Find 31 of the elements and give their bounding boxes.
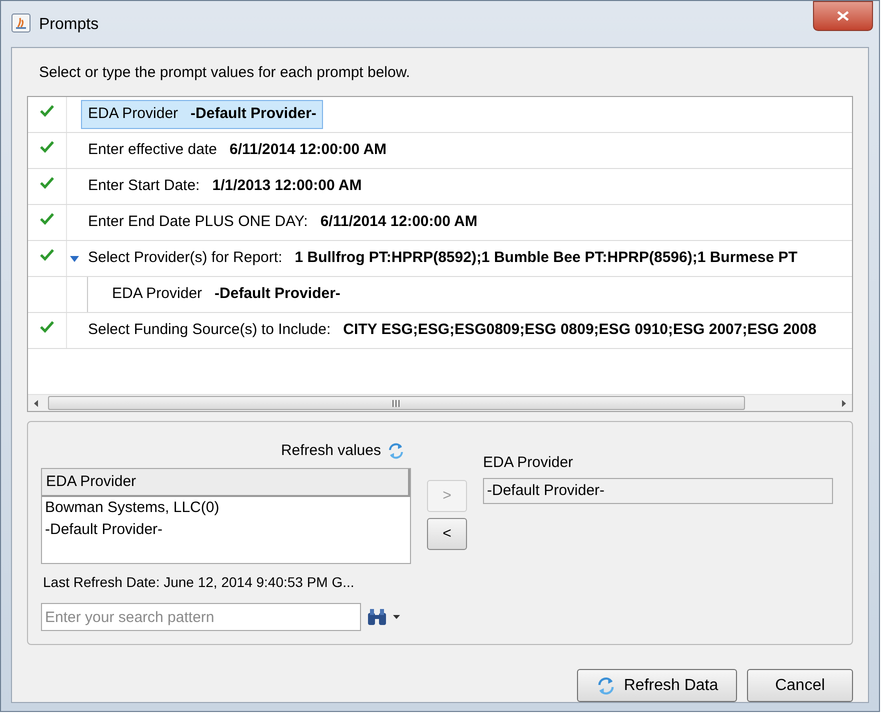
prompt-row[interactable]: Enter effective date 6/11/2014 12:00:00 AM — [81, 136, 394, 165]
prompt-row[interactable]: EDA Provider -Default Provider- — [81, 100, 324, 129]
grip-icon — [392, 400, 401, 406]
last-refresh-text: Last Refresh Date: June 12, 2014 9:40:53 PM G... — [42, 573, 356, 592]
refresh-icon — [596, 676, 616, 696]
refresh-values-label[interactable]: Refresh values — [280, 440, 381, 462]
selected-values-label: EDA Provider — [483, 453, 574, 473]
prompt-row[interactable]: Enter Start Date: 1/1/2013 12:00:00 AM — [81, 172, 369, 201]
app-icon — [11, 13, 31, 33]
instruction-text: Select or type the prompt values for each prompt below. — [38, 63, 412, 83]
scrollbar-thumb[interactable] — [48, 396, 745, 410]
prompt-row[interactable]: Enter End Date PLUS ONE DAY: 6/11/2014 12:00:00 AM — [81, 208, 484, 237]
prompt-row[interactable]: Select Provider(s) for Report: 1 Bullfrog PT:HPRP(8592);1 Bumble Bee PT:HPRP(8596);1 Burmese PT — [81, 244, 804, 273]
list-option[interactable]: -Default Provider- — [42, 519, 410, 541]
close-icon — [837, 11, 849, 21]
refresh-data-button[interactable]: Refresh Data — [577, 669, 737, 702]
expand-triangle-icon[interactable] — [70, 256, 78, 262]
list-header: EDA Provider — [42, 469, 410, 497]
list-option[interactable]: Bowman Systems, LLC(0) — [42, 497, 410, 519]
dropdown-caret-icon[interactable] — [393, 615, 400, 619]
prompt-row[interactable]: EDA Provider -Default Provider- — [105, 280, 348, 309]
close-button[interactable] — [813, 1, 873, 31]
search-field[interactable]: Enter your search pattern — [41, 603, 361, 631]
binoculars-icon[interactable] — [367, 608, 387, 626]
window-title: Prompts — [39, 15, 99, 35]
refresh-icon — [387, 442, 405, 460]
horizontal-scrollbar[interactable] — [28, 394, 852, 411]
prompt-row[interactable]: Select Funding Source(s) to Include: CITY ESG;ESG;ESG0809;ESG 0809;ESG 0910;ESG 2007;ESG 2008 — [81, 316, 824, 345]
remove-button[interactable]: < — [427, 518, 467, 550]
selected-value[interactable]: -Default Provider- — [484, 479, 832, 503]
cancel-button[interactable]: Cancel — [747, 669, 853, 702]
